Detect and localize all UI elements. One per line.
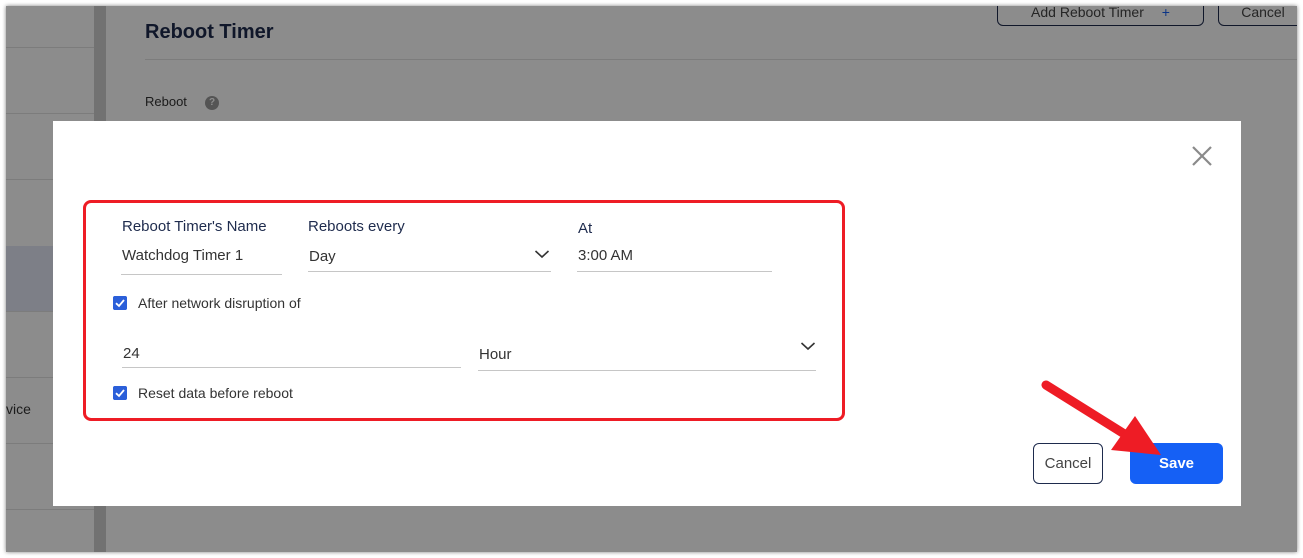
at-label: At bbox=[578, 220, 593, 237]
time-underline bbox=[577, 271, 772, 272]
chevron-down-icon[interactable] bbox=[534, 249, 550, 259]
reset-data-checkbox[interactable] bbox=[113, 386, 127, 400]
timer-name-underline bbox=[121, 274, 282, 275]
close-icon[interactable] bbox=[1189, 143, 1215, 169]
timer-name-input[interactable]: Watchdog Timer 1 bbox=[122, 247, 243, 264]
disruption-checkbox-label: After network disruption of bbox=[138, 295, 301, 311]
timer-name-label: Reboot Timer's Name bbox=[122, 218, 267, 235]
app-window: vice Reboot Timer Reboot ? Add Reboot Ti… bbox=[6, 6, 1297, 552]
disruption-unit-underline bbox=[478, 370, 816, 371]
reboot-timer-dialog: Reboot Timer's Name Watchdog Timer 1 Reb… bbox=[53, 121, 1241, 506]
disruption-unit-select[interactable]: Hour bbox=[479, 346, 512, 363]
disruption-amount-input[interactable]: 24 bbox=[123, 345, 140, 362]
disruption-amount-underline bbox=[122, 367, 461, 368]
time-input[interactable]: 3:00 AM bbox=[578, 247, 633, 264]
save-button[interactable]: Save bbox=[1130, 443, 1223, 484]
chevron-down-icon[interactable] bbox=[800, 341, 816, 351]
reboots-every-select[interactable]: Day bbox=[309, 248, 336, 265]
cancel-button[interactable]: Cancel bbox=[1033, 443, 1103, 484]
reset-data-checkbox-label: Reset data before reboot bbox=[138, 385, 293, 401]
disruption-checkbox[interactable] bbox=[113, 296, 127, 310]
reboots-every-label: Reboots every bbox=[308, 218, 405, 235]
reboots-every-underline bbox=[308, 271, 551, 272]
